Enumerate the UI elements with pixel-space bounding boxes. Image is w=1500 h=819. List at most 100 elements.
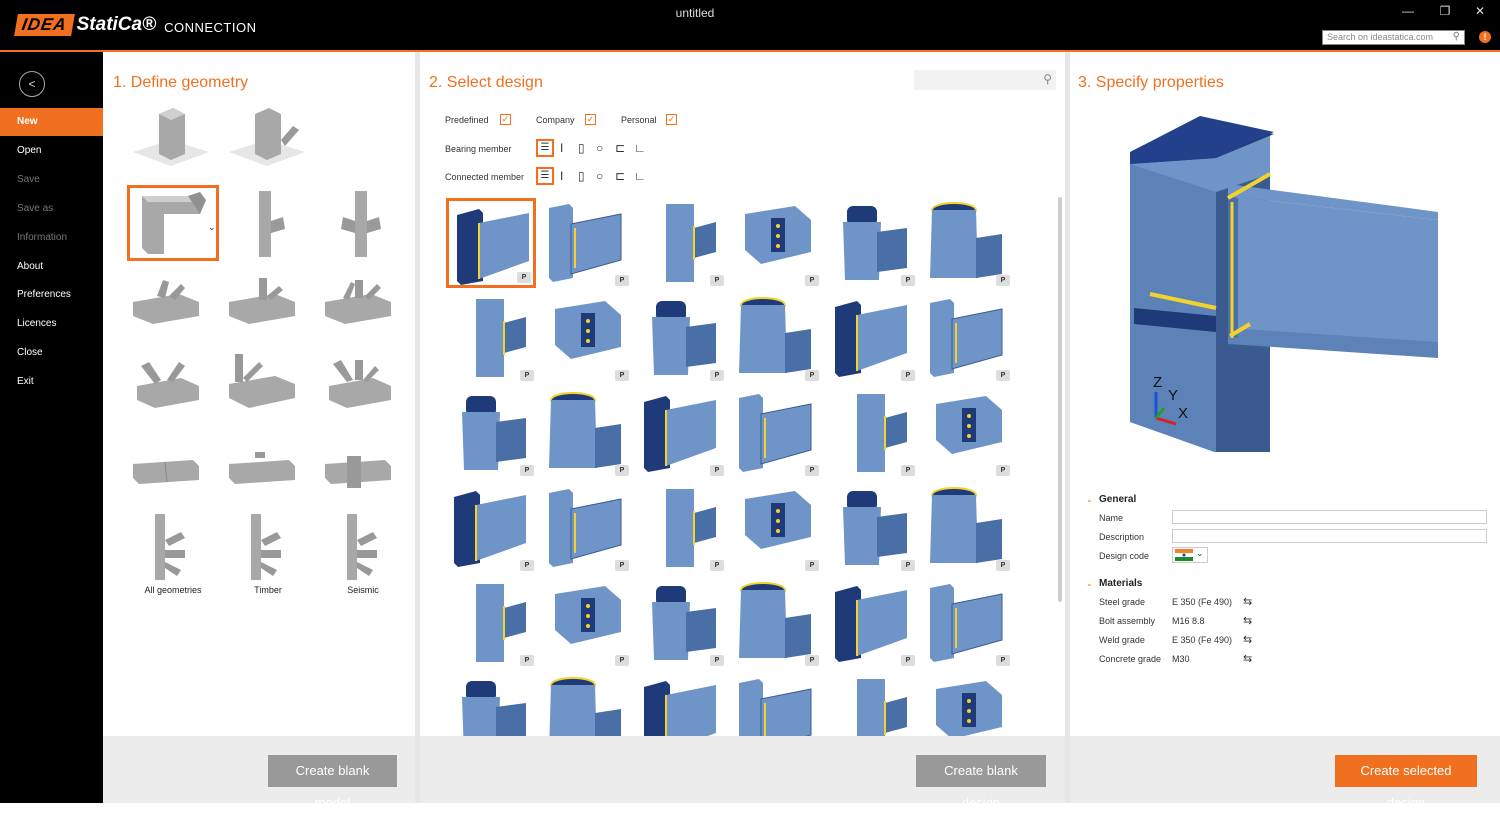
create-blank-design-button[interactable]: Create blank design: [916, 755, 1046, 787]
sidebar-item-open[interactable]: Open: [0, 137, 103, 165]
materials-collapse-icon[interactable]: ⌄: [1086, 579, 1093, 588]
design-tile[interactable]: P: [922, 198, 1012, 288]
design-tile[interactable]: P: [541, 388, 631, 478]
geometry-label-timber[interactable]: Timber: [223, 585, 313, 595]
geometry-beam-k-brace[interactable]: [321, 352, 405, 424]
design-tile[interactable]: P: [827, 388, 917, 478]
design-tile[interactable]: P: [446, 198, 536, 288]
weld-grade-value[interactable]: E 350 (Fe 490): [1172, 635, 1232, 645]
connected-all-filter-icon[interactable]: ☰: [536, 167, 554, 185]
sidebar-item-save-as[interactable]: Save as: [0, 195, 103, 223]
steel-grade-swap-icon[interactable]: ⇆: [1243, 595, 1252, 608]
design-tile[interactable]: P: [541, 293, 631, 383]
design-tile[interactable]: P: [922, 293, 1012, 383]
connected-rhs-section-icon[interactable]: ▯: [578, 169, 585, 183]
steel-grade-value[interactable]: E 350 (Fe 490): [1172, 597, 1232, 607]
design-tile[interactable]: P: [922, 388, 1012, 478]
design-tile[interactable]: [636, 673, 726, 735]
close-window-button[interactable]: ✕: [1470, 4, 1490, 20]
design-tile[interactable]: P: [636, 388, 726, 478]
geometry-column-baseplate[interactable]: [129, 104, 213, 176]
design-tile[interactable]: P: [446, 483, 536, 573]
create-blank-model-button[interactable]: Create blank model: [268, 755, 397, 787]
sidebar-item-exit[interactable]: Exit: [0, 368, 103, 396]
sidebar-item-licences[interactable]: Licences: [0, 310, 103, 338]
sidebar-item-close[interactable]: Close: [0, 339, 103, 367]
design-tile[interactable]: P: [636, 578, 726, 668]
bearing-angle-section-icon[interactable]: ∟: [634, 141, 646, 155]
design-tile[interactable]: [446, 673, 536, 735]
sidebar-item-preferences[interactable]: Preferences: [0, 281, 103, 309]
filter-company-checkbox[interactable]: ✓: [585, 114, 596, 125]
sidebar-item-save[interactable]: Save: [0, 166, 103, 194]
design-tile[interactable]: P: [446, 388, 536, 478]
sidebar-item-new[interactable]: New: [0, 108, 103, 136]
design-tile[interactable]: [731, 673, 821, 735]
design-tile[interactable]: P: [636, 198, 726, 288]
bearing-all-filter-icon[interactable]: ☰: [536, 139, 554, 157]
search-icon[interactable]: ⚲: [1453, 31, 1460, 42]
geometry-beam-cross[interactable]: [321, 432, 405, 504]
geometry-beam-post-brace[interactable]: [225, 352, 309, 424]
filter-predefined-checkbox[interactable]: ✓: [500, 114, 511, 125]
design-tile[interactable]: P: [922, 578, 1012, 668]
geometry-label-all[interactable]: All geometries: [128, 585, 218, 595]
geometry-beam-column-brace[interactable]: [225, 272, 309, 344]
restore-button[interactable]: ❐: [1435, 4, 1455, 20]
design-tile[interactable]: P: [446, 578, 536, 668]
design-tile[interactable]: P: [541, 578, 631, 668]
geometry-beam-splice[interactable]: [129, 432, 213, 504]
connection-3d-preview[interactable]: Z Y X: [1120, 112, 1450, 457]
bearing-rhs-section-icon[interactable]: ▯: [578, 141, 585, 155]
design-tile[interactable]: [541, 673, 631, 735]
concrete-grade-swap-icon[interactable]: ⇆: [1243, 652, 1252, 665]
design-tile[interactable]: P: [827, 198, 917, 288]
design-tile[interactable]: P: [731, 483, 821, 573]
web-search-input[interactable]: Search on ideastatica.com ⚲: [1322, 30, 1465, 45]
geometry-all-geometries-icon[interactable]: [129, 510, 213, 582]
design-code-select[interactable]: ⌄: [1172, 547, 1208, 563]
bolt-assembly-swap-icon[interactable]: ⇆: [1243, 614, 1252, 627]
geometry-beam-two-braces[interactable]: [129, 272, 213, 344]
geometry-label-seismic[interactable]: Seismic: [318, 585, 408, 595]
design-tile[interactable]: P: [636, 483, 726, 573]
create-selected-design-button[interactable]: Create selected design: [1335, 755, 1477, 787]
search-icon[interactable]: ⚲: [1043, 72, 1052, 86]
sidebar-item-information[interactable]: Information: [0, 224, 103, 252]
bearing-channel-section-icon[interactable]: ⊏: [615, 141, 625, 155]
geometry-beam-stub[interactable]: [225, 432, 309, 504]
info-icon[interactable]: !: [1479, 31, 1491, 43]
design-tile[interactable]: P: [827, 578, 917, 668]
connected-i-section-icon[interactable]: I: [560, 169, 563, 183]
bearing-i-section-icon[interactable]: I: [560, 141, 563, 155]
geometry-corner-selected[interactable]: ⌄: [127, 185, 219, 261]
design-tile[interactable]: P: [731, 388, 821, 478]
geometry-beam-three-braces[interactable]: [321, 272, 405, 344]
connected-angle-section-icon[interactable]: ∟: [634, 169, 646, 183]
geometry-column-two-beams[interactable]: [321, 187, 405, 259]
geometry-seismic-icon[interactable]: [321, 510, 405, 582]
weld-grade-swap-icon[interactable]: ⇆: [1243, 633, 1252, 646]
connected-channel-section-icon[interactable]: ⊏: [615, 169, 625, 183]
design-tile[interactable]: P: [731, 198, 821, 288]
design-tile[interactable]: [922, 673, 1012, 735]
connected-chs-section-icon[interactable]: ○: [596, 169, 603, 183]
design-tile[interactable]: P: [541, 198, 631, 288]
geometry-column-brace-baseplate[interactable]: [225, 104, 309, 176]
design-tile[interactable]: P: [731, 293, 821, 383]
design-tile[interactable]: P: [446, 293, 536, 383]
design-tile[interactable]: P: [541, 483, 631, 573]
geometry-timber-icon[interactable]: [225, 510, 309, 582]
design-tile[interactable]: [827, 673, 917, 735]
design-scrollbar[interactable]: [1058, 197, 1062, 602]
design-tile[interactable]: P: [731, 578, 821, 668]
filter-personal-checkbox[interactable]: ✓: [666, 114, 677, 125]
bolt-assembly-value[interactable]: M16 8.8: [1172, 616, 1205, 626]
minimize-button[interactable]: —: [1398, 4, 1418, 20]
design-tile[interactable]: P: [922, 483, 1012, 573]
sidebar-item-about[interactable]: About: [0, 253, 103, 281]
design-tile[interactable]: P: [827, 293, 917, 383]
back-icon[interactable]: <: [19, 71, 45, 97]
description-input[interactable]: [1172, 529, 1487, 543]
general-collapse-icon[interactable]: ⌄: [1086, 495, 1093, 504]
